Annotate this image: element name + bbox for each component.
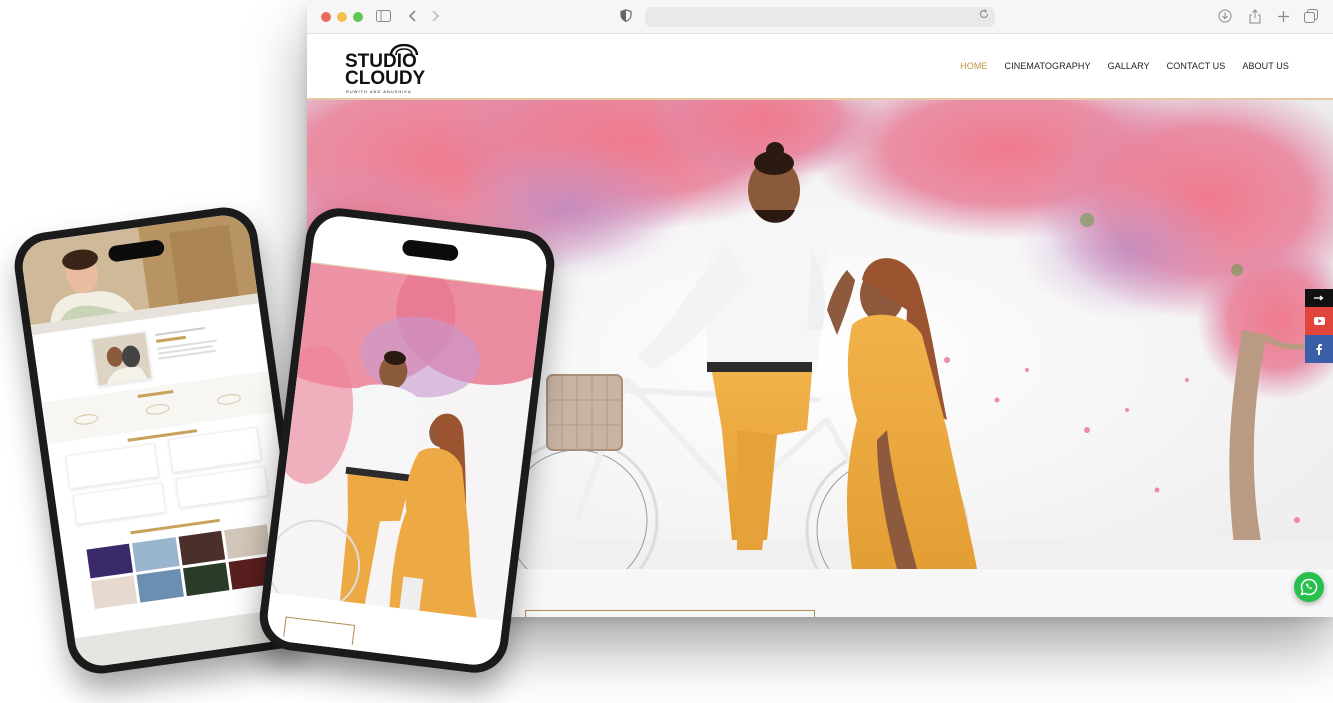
share-icon[interactable] [1247,9,1263,25]
whatsapp-icon [1300,578,1318,596]
forward-icon[interactable] [427,9,443,25]
section-frame [525,610,815,617]
nav-gallary[interactable]: GALLARY [1108,61,1150,71]
whatsapp-button[interactable] [1294,572,1324,602]
arrow-icon[interactable] [1305,289,1333,307]
new-tab-icon[interactable] [1275,9,1291,25]
browser-toolbar [307,0,1333,34]
nav-home[interactable]: HOME [960,61,987,71]
address-bar[interactable] [645,7,995,27]
shield-icon[interactable] [618,9,634,25]
tabs-icon[interactable] [1303,9,1319,25]
youtube-icon[interactable] [1305,307,1333,335]
minimize-window-button[interactable] [337,12,347,22]
nav-cinematography[interactable]: CINEMATOGRAPHY [1005,61,1091,71]
nav-contact-us[interactable]: CONTACT US [1167,61,1226,71]
nav-about-us[interactable]: ABOUT US [1242,61,1289,71]
social-sidebar [1305,289,1333,363]
main-nav: HOME CINEMATOGRAPHY GALLARY CONTACT US A… [960,61,1289,71]
back-icon[interactable] [405,9,421,25]
logo-tagline: RUWITH AND ANUSHIKA [346,89,412,94]
facebook-icon[interactable] [1305,335,1333,363]
zoom-window-button[interactable] [353,12,363,22]
reload-icon[interactable] [979,9,989,22]
mini-hero-image [270,262,544,622]
site-header: STUDIO CLOUDY RUWITH AND ANUSHIKA HOME C… [307,34,1333,100]
download-icon[interactable] [1217,9,1233,25]
sidebar-icon[interactable] [375,9,391,25]
close-window-button[interactable] [321,12,331,22]
studio-logo[interactable]: STUDIO CLOUDY RUWITH AND ANUSHIKA [345,44,425,94]
logo-text-cloudy: CLOUDY [345,68,426,89]
mini-about-photo [91,331,153,387]
